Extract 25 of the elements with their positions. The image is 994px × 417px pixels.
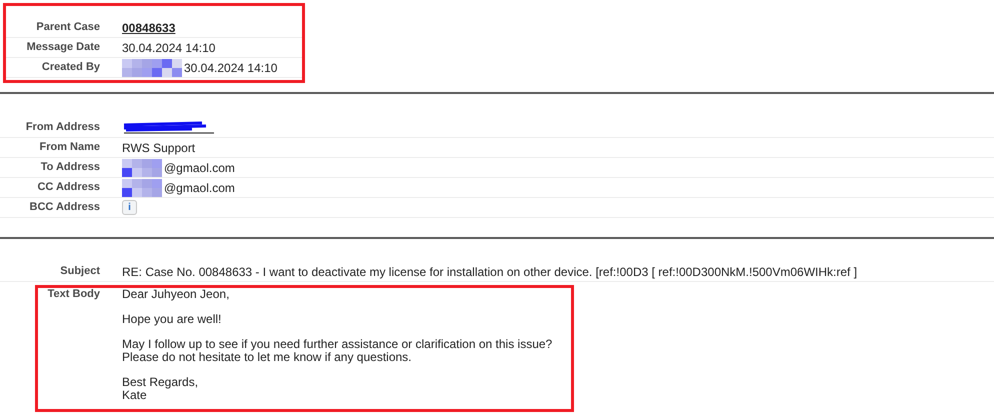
body-paragraph: Hope you are well! xyxy=(122,313,222,326)
redaction-mosaic xyxy=(122,178,162,196)
body-paragraph: May I follow up to see if you need further assistance or clarification on this issue? Please do not hesitate to let me know if any questions. xyxy=(122,338,552,364)
field-label: From Address xyxy=(24,121,100,134)
field-value: @gmaol.com xyxy=(164,180,235,194)
body-paragraph: Dear Juhyeon Jeon, xyxy=(122,288,230,301)
field-label: CC Address xyxy=(36,181,100,194)
field-value: RWS Support xyxy=(122,140,196,154)
redaction-mosaic xyxy=(122,158,162,176)
field-value: @gmaol.com xyxy=(164,160,235,174)
field-value: 30.04.2024 14:10 xyxy=(184,60,278,74)
field-label: BCC Address xyxy=(28,201,100,214)
field-label: Created By xyxy=(40,61,100,74)
info-button[interactable]: i xyxy=(122,200,137,215)
field-label: To Address xyxy=(40,161,100,174)
field-label: From Name xyxy=(38,141,100,154)
field-value: RE: Case No. 00848633 - I want to deactivate my license for installation on other device. [ref:!00D3 [ ref:!00D300NkM.!500Vm06WIHk:ref ] xyxy=(122,264,858,278)
body-paragraph: Best Regards, Kate xyxy=(122,376,200,402)
field-label: Subject xyxy=(59,265,100,278)
case-link[interactable]: 00848633 xyxy=(122,20,176,34)
field-value: 30.04.2024 14:10 xyxy=(122,40,216,54)
field-label: Text Body xyxy=(46,288,100,301)
field-label: Message Date xyxy=(26,41,100,54)
redaction-mosaic xyxy=(122,58,182,76)
field-label: Parent Case xyxy=(35,21,100,34)
